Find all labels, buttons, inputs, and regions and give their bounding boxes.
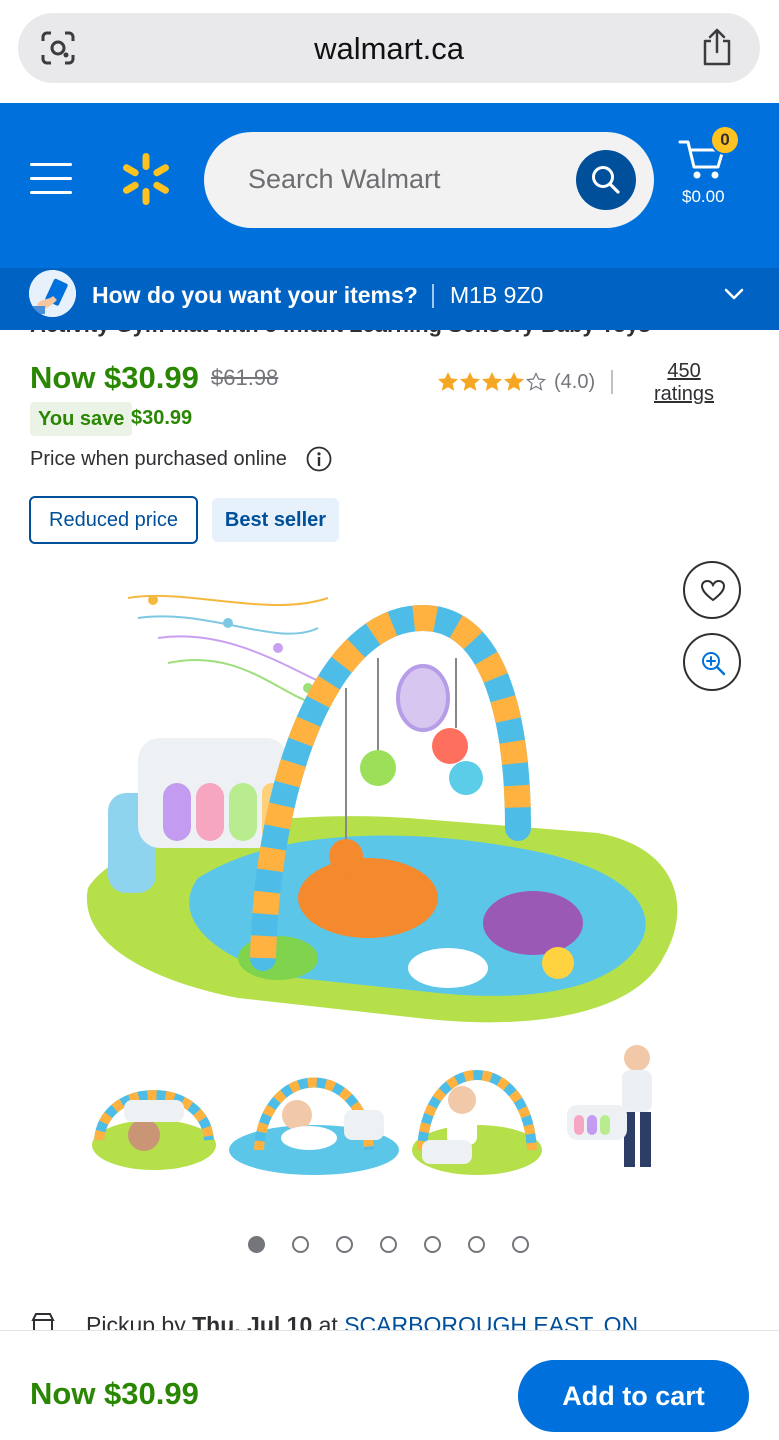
rating-summary[interactable]: (4.0) [438,370,614,394]
you-save-amount: $30.99 [131,407,193,429]
heart-icon [700,579,726,602]
current-price: Now $30.99 [30,360,199,395]
carousel-dot[interactable] [336,1236,353,1253]
thumbnail-image[interactable] [562,1040,684,1185]
star-filled-icon [504,372,524,391]
pickup-at: at [318,1312,338,1330]
browser-bar: walmart.ca [0,0,779,103]
ratings-count: 450 [667,360,701,382]
star-empty-icon [526,372,546,391]
fulfillment-question: How do you want your items? [92,282,418,308]
search-input[interactable]: Search Walmart [204,132,654,228]
thumbnail-image[interactable] [84,1040,224,1185]
rating-value: (4.0) [554,370,596,393]
site-header: Search Walmart 0 $0.00 How do you want y… [0,103,779,330]
star-rating [438,372,546,392]
music-notes-decoration [127,594,329,704]
carousel-dot[interactable] [512,1236,529,1253]
carousel-dot[interactable] [380,1236,397,1253]
carousel-indicator [248,1236,529,1256]
price-note: Price when purchased online [30,448,287,470]
product-image[interactable] [78,578,698,1048]
star-filled-icon [460,372,480,391]
fulfillment-avatar-icon [29,270,76,317]
info-icon[interactable] [306,446,332,472]
zoom-image-button[interactable] [683,633,741,691]
ratings-count-link[interactable]: 450 ratings [654,360,714,406]
thumbnail-image[interactable] [402,1040,552,1185]
pickup-store-link[interactable]: SCARBOROUGH EAST, ON [344,1312,638,1330]
zoom-in-icon [702,652,726,676]
add-to-favorites-button[interactable] [683,561,741,619]
was-price: $61.98 [211,365,279,390]
thumbnail-image[interactable] [219,1040,399,1185]
pickup-info: Pickup by Thu, Jul 10 at SCARBOROUGH EAS… [30,1312,779,1330]
carousel-dot[interactable] [292,1236,309,1253]
pickup-prefix: Pickup by [86,1312,186,1330]
search-icon [592,166,620,194]
divider [611,370,614,394]
carousel-dot[interactable] [424,1236,441,1253]
url-text[interactable]: walmart.ca [18,31,760,67]
carousel-dot[interactable] [468,1236,485,1253]
you-save-badge: You save [30,402,133,436]
product-thumbnail-collage [84,1040,684,1190]
star-filled-icon [438,372,458,391]
divider [432,284,434,308]
cart-count-badge: 0 [710,125,740,155]
cart-amount: $0.00 [682,187,725,206]
pickup-date: Thu, Jul 10 [192,1312,313,1330]
chevron-down-icon[interactable] [723,286,745,302]
cart-button[interactable]: 0 $0.00 [676,125,746,211]
share-icon[interactable] [700,27,734,67]
store-icon [31,1313,55,1330]
carousel-dot[interactable] [248,1236,265,1253]
tag-reduced-price: Reduced price [29,496,198,544]
search-button[interactable] [576,150,636,210]
ratings-label: ratings [654,383,715,405]
postal-code: M1B 9Z0 [450,282,544,308]
sticky-add-to-cart-bar: Now $30.99 Add to cart [0,1330,779,1440]
tag-best-seller: Best seller [212,498,339,542]
address-bar[interactable]: walmart.ca [18,13,760,83]
fulfillment-selector[interactable]: How do you want your items? M1B 9Z0 [0,268,779,330]
sticky-price: Now $30.99 [30,1376,199,1411]
add-to-cart-button[interactable]: Add to cart [518,1360,749,1432]
search-placeholder: Search Walmart [248,164,441,194]
star-filled-icon [482,372,502,391]
hamburger-menu-icon[interactable] [30,163,72,197]
walmart-spark-icon[interactable] [118,151,174,207]
